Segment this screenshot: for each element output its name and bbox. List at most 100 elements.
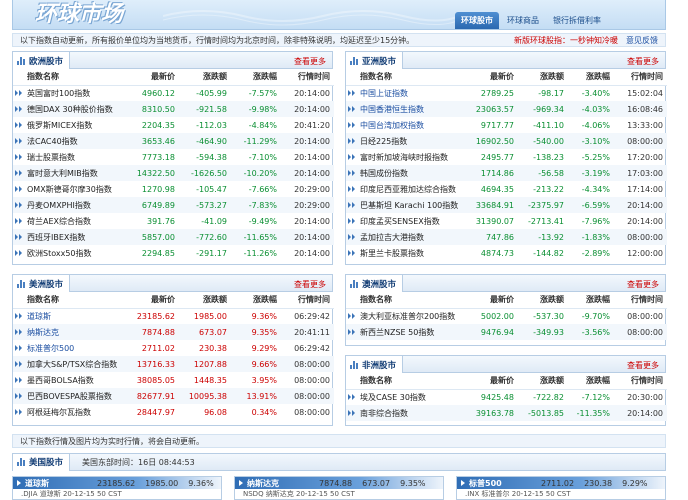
index-link[interactable]: 中国上证指数: [360, 89, 408, 98]
index-link[interactable]: 法CAC40指数: [27, 137, 78, 146]
table-row[interactable]: 南非综合指数 39163.78 -5013.85 -11.35% 20:14:00: [346, 405, 667, 421]
index-name[interactable]: 标准普尔500: [13, 340, 131, 356]
index-link[interactable]: 俄罗斯MICEX指数: [27, 121, 92, 130]
index-name[interactable]: 法CAC40指数: [13, 133, 131, 149]
view-more-link[interactable]: 查看更多: [627, 279, 659, 290]
index-link[interactable]: 欧洲Stoxx50指数: [27, 249, 92, 258]
table-row[interactable]: 荷兰AEX综合指数 391.76 -41.09 -9.49% 20:14:00: [13, 213, 334, 229]
index-name[interactable]: 丹麦OMXPHI指数: [13, 197, 131, 213]
tab-global-commodities[interactable]: 环球商品: [501, 12, 545, 29]
table-row[interactable]: 印度孟买SENSEX指数 31390.07 -2713.41 -7.96% 20:14:…: [346, 213, 667, 229]
index-link[interactable]: 印度尼西亚雅加达综合指数: [360, 185, 456, 194]
index-link[interactable]: 纳斯达克: [27, 328, 59, 337]
index-link[interactable]: 富时新加坡海峡时报指数: [360, 153, 448, 162]
table-row[interactable]: 西班牙IBEX指数 5857.00 -772.60 -11.65% 20:14:00: [13, 229, 334, 245]
index-link[interactable]: 日经225指数: [360, 137, 407, 146]
index-name[interactable]: 中国上证指数: [346, 85, 470, 101]
index-link[interactable]: 德国DAX 30种股价指数: [27, 105, 113, 114]
index-link[interactable]: 丹麦OMXPHI指数: [27, 201, 91, 210]
table-row[interactable]: 中国台湾加权指数 9717.77 -411.10 -4.06% 13:33:00: [346, 117, 667, 133]
index-name[interactable]: 印度孟买SENSEX指数: [346, 213, 470, 229]
table-row[interactable]: 富时新加坡海峡时报指数 2495.77 -138.23 -5.25% 17:20:00: [346, 149, 667, 165]
index-name[interactable]: 印度尼西亚雅加达综合指数: [346, 181, 470, 197]
index-link[interactable]: 中国台湾加权指数: [360, 121, 424, 130]
table-row[interactable]: 印度尼西亚雅加达综合指数 4694.35 -213.22 -4.34% 17:14:00: [346, 181, 667, 197]
index-name[interactable]: 日经225指数: [346, 133, 470, 149]
index-name[interactable]: 富时意大利MIB指数: [13, 165, 131, 181]
index-link[interactable]: 英国富时100指数: [27, 89, 90, 98]
table-row[interactable]: 日经225指数 16902.50 -540.00 -3.10% 08:00:00: [346, 133, 667, 149]
table-row[interactable]: 标准普尔500 2711.02 230.38 9.29% 06:29:42: [13, 340, 334, 356]
index-link[interactable]: 韩国成份指数: [360, 169, 408, 178]
index-link[interactable]: 加拿大S&P/TSX综合指数: [27, 360, 117, 369]
table-row[interactable]: 澳大利亚标准普尔200指数 5002.00 -537.30 -9.70% 08:00:0…: [346, 308, 667, 324]
index-link[interactable]: 埃及CASE 30指数: [360, 393, 426, 402]
feedback-link[interactable]: 意见反馈: [626, 35, 658, 46]
tab-interbank-rates[interactable]: 银行拆借利率: [547, 12, 607, 29]
table-row[interactable]: 孟加拉吉大港指数 747.86 -13.92 -1.83% 08:00:00: [346, 229, 667, 245]
index-name[interactable]: 俄罗斯MICEX指数: [13, 117, 131, 133]
table-row[interactable]: 瑞士股票指数 7773.18 -594.38 -7.10% 20:14:00: [13, 149, 334, 165]
index-name[interactable]: 道琼斯: [13, 308, 131, 324]
index-name[interactable]: 埃及CASE 30指数: [346, 389, 470, 405]
view-more-link[interactable]: 查看更多: [294, 56, 326, 67]
index-link[interactable]: OMX斯德哥尔摩30指数: [27, 185, 112, 194]
index-name[interactable]: 巴基斯坦 Karachi 100指数: [346, 197, 470, 213]
table-row[interactable]: 欧洲Stoxx50指数 2294.85 -291.17 -11.26% 20:14:00: [13, 245, 334, 261]
index-name[interactable]: 巴西BOVESPA股票指数: [13, 388, 131, 404]
table-row[interactable]: 墨西哥BOLSA指数 38085.05 1448.35 3.95% 08:00:00: [13, 372, 334, 388]
quote-name[interactable]: 纳斯达克: [239, 478, 309, 489]
table-row[interactable]: 新西兰NZSE 50指数 9476.94 -349.93 -3.56% 08:00:00: [346, 324, 667, 340]
table-row[interactable]: 斯里兰卡股票指数 4874.73 -144.82 -2.89% 12:00:00: [346, 245, 667, 261]
index-link[interactable]: 荷兰AEX综合指数: [27, 217, 91, 226]
index-name[interactable]: 阿根廷梅尔瓦指数: [13, 404, 131, 420]
index-name[interactable]: 澳大利亚标准普尔200指数: [346, 308, 470, 324]
index-link[interactable]: 澳大利亚标准普尔200指数: [360, 312, 455, 321]
table-row[interactable]: 德国DAX 30种股价指数 8310.50 -921.58 -9.98% 20:14:0…: [13, 101, 334, 117]
index-link[interactable]: 巴西BOVESPA股票指数: [27, 392, 112, 401]
index-name[interactable]: 西班牙IBEX指数: [13, 229, 131, 245]
new-version-link[interactable]: 新版环球股指：一秒钟知冷暖: [514, 35, 618, 46]
table-row[interactable]: 加拿大S&P/TSX综合指数 13716.33 1207.88 9.66% 08:00:…: [13, 356, 334, 372]
tab-global-stocks[interactable]: 环球股市: [455, 12, 499, 29]
index-name[interactable]: 墨西哥BOLSA指数: [13, 372, 131, 388]
quote-card[interactable]: 道琼斯 23185.62 1985.00 9.36% .DJIA 道琼斯 20-12-…: [12, 476, 222, 500]
index-link[interactable]: 瑞士股票指数: [27, 153, 75, 162]
quote-card[interactable]: 纳斯达克 7874.88 673.07 9.35% NSDQ 纳斯达克 20-12-1…: [234, 476, 444, 500]
quote-name[interactable]: 道琼斯: [17, 478, 87, 489]
index-link[interactable]: 道琼斯: [27, 312, 51, 321]
index-link[interactable]: 斯里兰卡股票指数: [360, 249, 424, 258]
table-row[interactable]: 俄罗斯MICEX指数 2204.35 -112.03 -4.84% 20:41:20: [13, 117, 334, 133]
index-link[interactable]: 富时意大利MIB指数: [27, 169, 98, 178]
index-name[interactable]: 斯里兰卡股票指数: [346, 245, 470, 261]
table-row[interactable]: 巴基斯坦 Karachi 100指数 33684.91 -2375.97 -6.59%…: [346, 197, 667, 213]
index-link[interactable]: 西班牙IBEX指数: [27, 233, 85, 242]
index-name[interactable]: 德国DAX 30种股价指数: [13, 101, 131, 117]
table-row[interactable]: 英国富时100指数 4960.12 -405.99 -7.57% 20:14:00: [13, 85, 334, 101]
index-name[interactable]: 韩国成份指数: [346, 165, 470, 181]
view-more-link[interactable]: 查看更多: [627, 56, 659, 67]
table-row[interactable]: 埃及CASE 30指数 9425.48 -722.82 -7.12% 20:30:00: [346, 389, 667, 405]
index-link[interactable]: 印度孟买SENSEX指数: [360, 217, 440, 226]
index-name[interactable]: 中国香港恒生指数: [346, 101, 470, 117]
table-row[interactable]: 富时意大利MIB指数 14322.50 -1626.50 -10.20% 20:14:0…: [13, 165, 334, 181]
index-link[interactable]: 标准普尔500: [27, 344, 74, 353]
index-name[interactable]: 南非综合指数: [346, 405, 470, 421]
index-name[interactable]: 纳斯达克: [13, 324, 131, 340]
table-row[interactable]: 纳斯达克 7874.88 673.07 9.35% 20:41:11: [13, 324, 334, 340]
index-link[interactable]: 中国香港恒生指数: [360, 105, 424, 114]
index-name[interactable]: 欧洲Stoxx50指数: [13, 245, 131, 261]
table-row[interactable]: OMX斯德哥尔摩30指数 1270.98 -105.47 -7.66% 20:29:00: [13, 181, 334, 197]
view-more-link[interactable]: 查看更多: [627, 360, 659, 371]
table-row[interactable]: 中国上证指数 2789.25 -98.17 -3.40% 15:02:04: [346, 85, 667, 101]
index-link[interactable]: 墨西哥BOLSA指数: [27, 376, 94, 385]
index-name[interactable]: OMX斯德哥尔摩30指数: [13, 181, 131, 197]
view-more-link[interactable]: 查看更多: [294, 279, 326, 290]
index-name[interactable]: 孟加拉吉大港指数: [346, 229, 470, 245]
index-name[interactable]: 富时新加坡海峡时报指数: [346, 149, 470, 165]
index-name[interactable]: 中国台湾加权指数: [346, 117, 470, 133]
index-link[interactable]: 新西兰NZSE 50指数: [360, 328, 434, 337]
table-row[interactable]: 韩国成份指数 1714.86 -56.58 -3.19% 17:03:00: [346, 165, 667, 181]
index-name[interactable]: 加拿大S&P/TSX综合指数: [13, 356, 131, 372]
index-name[interactable]: 英国富时100指数: [13, 85, 131, 101]
